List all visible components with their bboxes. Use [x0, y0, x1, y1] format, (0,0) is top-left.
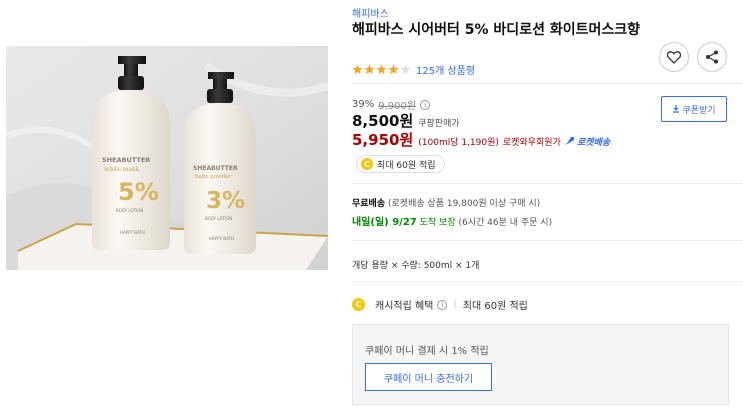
share-button[interactable]: [697, 42, 727, 72]
heart-icon: [667, 50, 681, 64]
cash-benefit-line: C 캐시적립 혜택 i | 최대 60원 적립: [352, 297, 528, 312]
divider: [352, 83, 743, 84]
coupon-button-label: 쿠폰받기: [682, 105, 716, 116]
info-icon[interactable]: i: [420, 99, 431, 110]
svg-text:5%: 5%: [118, 178, 159, 206]
free-shipping-line: 무료배송 (로켓배송 상품 19,800원 이상 구매 시): [352, 196, 540, 209]
product-title: 해피바스 시어버터 5% 바디로션 화이트머스크향: [352, 22, 640, 38]
discount-rate: 39%: [352, 99, 375, 110]
info-icon[interactable]: i: [437, 299, 448, 310]
sale-price-row: 8,500원 쿠팡판매가: [352, 110, 460, 131]
svg-text:BODY LOTION: BODY LOTION: [116, 208, 143, 213]
coupay-box: 쿠페이 머니 결제 시 1% 적립 쿠페이 머니 충전하기: [352, 324, 729, 405]
divider: [352, 281, 743, 282]
option-summary: 개당 용량 × 수량: 500ml × 1개: [352, 261, 480, 271]
arrival-line: 내일(일) 9/27 도착 보장 (6시간 46분 내 주문 시): [352, 213, 552, 228]
svg-text:BODY LOTION: BODY LOTION: [205, 216, 232, 221]
rating[interactable]: 125개 상품평: [352, 62, 475, 77]
sale-price: 8,500원: [352, 112, 414, 130]
cash-benefit-label: 캐시적립 혜택: [375, 301, 434, 312]
rocket-price-row: 5,950원 (100ml당 1,190원) 로켓와우회원가 로켓배송: [352, 129, 610, 150]
points-text: 최대 60원 적립: [377, 160, 436, 171]
svg-text:HAPPY BATH: HAPPY BATH: [209, 236, 234, 241]
rocket-icon: [564, 137, 574, 145]
cash-benefit-max: 최대 60원 적립: [462, 301, 528, 312]
product-image[interactable]: SHEABUTTER white musk 5% BODY LOTION HAP…: [6, 46, 328, 270]
coin-icon: C: [361, 158, 373, 170]
sale-price-label: 쿠팡판매가: [418, 119, 460, 129]
product-photo-svg: SHEABUTTER white musk 5% BODY LOTION HAP…: [6, 46, 328, 270]
svg-text:SHEABUTTER: SHEABUTTER: [102, 156, 150, 164]
pipe-divider: |: [453, 299, 457, 310]
share-icon: [706, 50, 718, 64]
arrival-guarantee: 도착 보장: [419, 218, 456, 228]
wishlist-button[interactable]: [659, 42, 689, 72]
coin-icon: C: [352, 298, 365, 311]
wow-member-label: 로켓와우회원가: [502, 138, 561, 148]
svg-text:SHEABUTTER: SHEABUTTER: [193, 165, 238, 172]
divider: [352, 240, 743, 241]
star-rating-icon: [352, 64, 411, 74]
svg-text:white musk: white musk: [104, 166, 139, 173]
download-icon: [673, 105, 680, 113]
svg-text:HAPPY BATH: HAPPY BATH: [120, 230, 145, 235]
rocket-price: 5,950원: [352, 131, 414, 149]
divider: [352, 183, 743, 184]
unit-price: (100ml당 1,190원): [418, 138, 499, 148]
order-deadline: (6시간 46분 내 주문 시): [458, 218, 553, 228]
rocket-badge-label: 로켓배송: [577, 138, 611, 148]
coupay-text: 쿠페이 머니 결제 시 1% 적립: [365, 346, 489, 357]
arrival-date: 내일(일) 9/27: [352, 217, 417, 228]
free-shipping-detail: (로켓배송 상품 19,800원 이상 구매 시): [388, 199, 541, 209]
coupay-charge-button[interactable]: 쿠페이 머니 충전하기: [365, 363, 492, 391]
svg-text:3%: 3%: [206, 188, 245, 214]
brand-link[interactable]: 해피바스: [352, 5, 389, 20]
review-count-link[interactable]: 125개 상품평: [416, 62, 475, 77]
svg-text:baby powder: baby powder: [195, 174, 231, 180]
points-badge: C 최대 60원 적립: [356, 155, 445, 173]
free-shipping-label: 무료배송: [352, 199, 386, 209]
rocket-delivery-badge: 로켓배송: [564, 135, 611, 148]
coupon-download-button[interactable]: 쿠폰받기: [661, 96, 727, 122]
